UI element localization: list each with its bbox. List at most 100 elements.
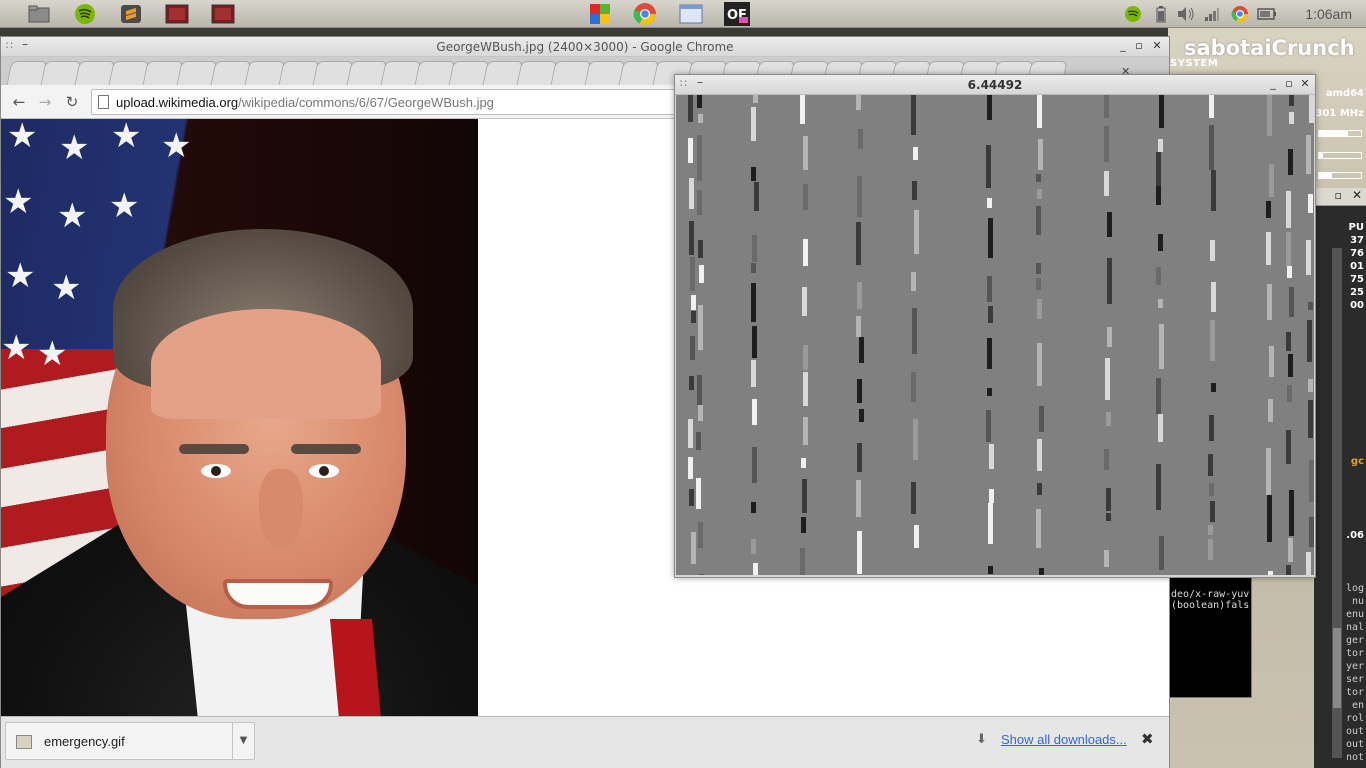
noise-streak — [1211, 282, 1216, 312]
noise-streak — [986, 410, 991, 442]
chrome-icon[interactable] — [632, 2, 658, 26]
reload-button[interactable]: ↻ — [62, 92, 82, 112]
noise-streak — [859, 337, 864, 363]
noise-streak — [1159, 324, 1164, 369]
noise-streak — [857, 379, 862, 403]
background-terminal-header[interactable]: ▫ ✕ — [1314, 188, 1366, 206]
conky-value: 01 — [1350, 261, 1364, 272]
chrome-titlebar[interactable]: ∷ – GeorgeWBush.jpg (2400×3000) - Google… — [1, 37, 1169, 57]
terminal-close-button[interactable]: ✕ — [1352, 188, 1362, 202]
download-item[interactable]: emergency.gif ▼ — [5, 722, 255, 760]
noise-streak — [1106, 513, 1111, 521]
noise-streak — [1037, 189, 1042, 199]
terminal-word: out — [1345, 726, 1364, 737]
noise-streak — [698, 522, 703, 548]
noise-streak — [751, 283, 756, 322]
noise-streak — [1287, 266, 1292, 278]
forward-button[interactable]: → — [35, 92, 55, 112]
close-button[interactable]: ✕ — [1299, 78, 1311, 90]
noise-streak — [1266, 448, 1271, 495]
noise-streak — [1208, 539, 1213, 560]
terminal-word: tor — [1345, 648, 1364, 659]
terminal-icon[interactable] — [164, 2, 190, 26]
noise-streak — [1156, 378, 1161, 414]
minimize-button[interactable]: _ — [1267, 78, 1279, 90]
conky-orange-text: gc — [1350, 456, 1364, 467]
noise-streak — [1286, 565, 1291, 575]
files-icon[interactable] — [26, 2, 52, 26]
page-icon — [98, 95, 109, 109]
noise-streak — [1308, 400, 1313, 438]
conky-value: 25 — [1350, 287, 1364, 298]
terminal-word: enu — [1345, 609, 1364, 620]
maximize-button[interactable]: ▫ — [1283, 78, 1295, 90]
noise-streak — [911, 272, 916, 291]
terminal-word: nu — [1351, 596, 1364, 607]
volume-icon[interactable] — [1176, 4, 1196, 24]
back-button[interactable]: ← — [9, 92, 29, 112]
download-arrow-icon: ⬇ — [976, 732, 987, 747]
noise-streak — [1309, 460, 1314, 502]
download-shelf: emergency.gif ▼ ⬇ Show all downloads... … — [1, 716, 1169, 768]
chevron-down-icon[interactable]: ▼ — [232, 723, 254, 759]
close-button[interactable]: ✕ — [1151, 40, 1163, 52]
terminal-word: ger — [1345, 635, 1364, 646]
spotify-icon[interactable] — [72, 2, 98, 26]
show-all-downloads-link[interactable]: Show all downloads... — [1001, 732, 1127, 747]
noise-streak — [1211, 170, 1216, 211]
eye-right — [309, 464, 339, 478]
noise-streak — [752, 235, 757, 262]
noise-streak — [1208, 454, 1213, 476]
window-title: GeorgeWBush.jpg (2400×3000) - Google Chr… — [436, 40, 734, 54]
noise-streak — [690, 336, 695, 360]
terminal-word: tor — [1345, 687, 1364, 698]
star-icon: ★ — [57, 196, 88, 236]
star-icon: ★ — [5, 256, 36, 296]
video-titlebar[interactable]: ∷ – 6.44492 _ ▫ ✕ — [675, 75, 1315, 95]
noise-streak — [688, 457, 693, 479]
noise-streak — [1036, 174, 1041, 182]
noise-streak — [1288, 149, 1293, 175]
noise-streak — [1104, 550, 1109, 567]
office-icon[interactable] — [587, 2, 613, 26]
noise-streak — [914, 210, 919, 254]
foreground-terminal[interactable]: deo/x-raw-yuv (boolean)fals — [1168, 576, 1252, 698]
terminal-right-column: log nu enu nal ger tor yer ser tor en ro… — [1344, 583, 1364, 765]
terminal-minimize-button[interactable]: ▫ — [1335, 189, 1342, 202]
noise-streak — [1036, 263, 1041, 274]
eyebrow-left — [179, 444, 249, 454]
noise-streak — [800, 548, 805, 575]
noise-streak — [699, 265, 704, 283]
noise-streak — [987, 338, 992, 369]
noise-streak — [1306, 552, 1311, 575]
video-window: ∷ – 6.44492 _ ▫ ✕ — [674, 74, 1316, 578]
noise-streak — [988, 566, 993, 574]
star-icon: ★ — [161, 126, 192, 166]
noise-streak — [1266, 201, 1271, 218]
openframeworks-icon[interactable]: OF — [724, 2, 750, 26]
window-icon[interactable] — [678, 2, 704, 26]
terminal-line: deo/x-raw-yuv — [1171, 589, 1250, 600]
battery-icon[interactable] — [1151, 4, 1171, 24]
terminal-scrollbar-thumb[interactable] — [1333, 628, 1341, 708]
maximize-button[interactable]: ▫ — [1133, 40, 1145, 52]
chrome-tray-icon[interactable] — [1230, 4, 1250, 24]
noise-streak — [1211, 383, 1216, 392]
terminal-icon-2[interactable] — [210, 2, 236, 26]
noise-streak — [803, 417, 808, 445]
noise-streak — [1306, 135, 1311, 174]
spotify-tray-icon[interactable] — [1123, 4, 1143, 24]
minimize-button[interactable]: _ — [1117, 40, 1129, 52]
clock[interactable]: 1:06am — [1305, 6, 1352, 22]
sublime-icon[interactable] — [118, 2, 144, 26]
noise-streak — [802, 479, 807, 513]
noise-streak — [1036, 206, 1041, 235]
network-icon[interactable] — [1202, 4, 1222, 24]
display-icon[interactable] — [1257, 4, 1277, 24]
portrait-image[interactable]: ★ ★ ★ ★ ★ ★ ★ ★ ★ ★ ★ — [1, 119, 478, 716]
conky-small-value: .06 — [1346, 530, 1364, 541]
close-icon[interactable]: ✖ — [1141, 730, 1154, 748]
video-canvas[interactable] — [676, 95, 1314, 575]
noise-streak — [689, 221, 694, 255]
terminal-word: en — [1351, 700, 1364, 711]
